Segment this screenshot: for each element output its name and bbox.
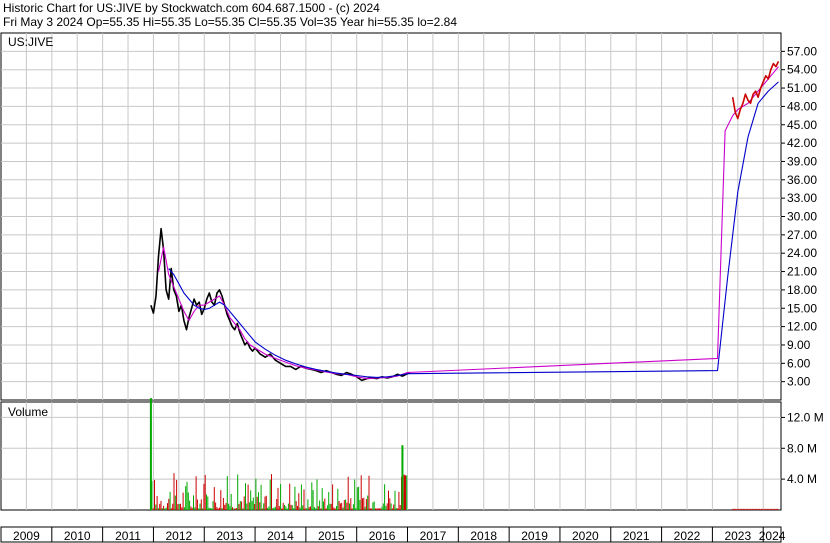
x-axis-year-label: 2023 (724, 529, 751, 543)
x-axis-year-label: 2018 (470, 529, 497, 543)
price-ytick-label: 33.00 (787, 191, 817, 205)
x-axis-year-label: 2015 (318, 529, 345, 543)
x-axis-year-label: 2012 (165, 529, 192, 543)
x-axis-year-label: 2010 (64, 529, 91, 543)
volume-panel-frame (0, 401, 782, 511)
price-ytick-label: 24.00 (787, 246, 817, 260)
price-panel-title: US:JIVE (8, 35, 53, 49)
price-ytick-label: 42.00 (787, 136, 817, 150)
price-ytick-label: 54.00 (787, 63, 817, 77)
stock-chart: 57.00 54.00 51.00 48.00 45.00 42.00 39.00 36.00… (0, 32, 824, 543)
price-ytick-label: 45.00 (787, 118, 817, 132)
x-axis-year-label: 2009 (13, 529, 40, 543)
x-axis-year-label: 2020 (572, 529, 599, 543)
x-axis-year-label: 2013 (216, 529, 243, 543)
price-ytick-label: 15.00 (787, 301, 817, 315)
price-ytick-label: 36.00 (787, 173, 817, 187)
x-axis-year-label: 2014 (267, 529, 294, 543)
x-axis-year-label: 2016 (369, 529, 396, 543)
volume-ytick-label: 8.0 M (787, 441, 817, 455)
price-ytick-label: 3.00 (787, 375, 811, 389)
volume-ytick-label: 12.0 M (787, 410, 824, 424)
price-ytick-label: 39.00 (787, 154, 817, 168)
price-ytick-label: 6.00 (787, 356, 811, 370)
price-ytick-label: 9.00 (787, 338, 811, 352)
x-axis-year-label: 2017 (420, 529, 447, 543)
price-ytick-label: 57.00 (787, 44, 817, 58)
price-ytick-label: 27.00 (787, 228, 817, 242)
price-ytick-label: 12.00 (787, 320, 817, 334)
price-ytick-label: 48.00 (787, 99, 817, 113)
volume-panel-title: Volume (8, 405, 48, 419)
x-axis-year-label: 2021 (623, 529, 650, 543)
price-ytick-label: 30.00 (787, 210, 817, 224)
price-ytick-label: 21.00 (787, 265, 817, 279)
x-axis-year-label: 2022 (674, 529, 701, 543)
volume-ytick-label: 4.0 M (787, 472, 817, 486)
x-axis-year-label: 2011 (115, 529, 141, 543)
x-axis-year-label: 2024 (759, 529, 786, 543)
price-ytick-label: 51.00 (787, 81, 817, 95)
price-ytick-label: 18.00 (787, 283, 817, 297)
x-axis-year-label: 2019 (521, 529, 548, 543)
